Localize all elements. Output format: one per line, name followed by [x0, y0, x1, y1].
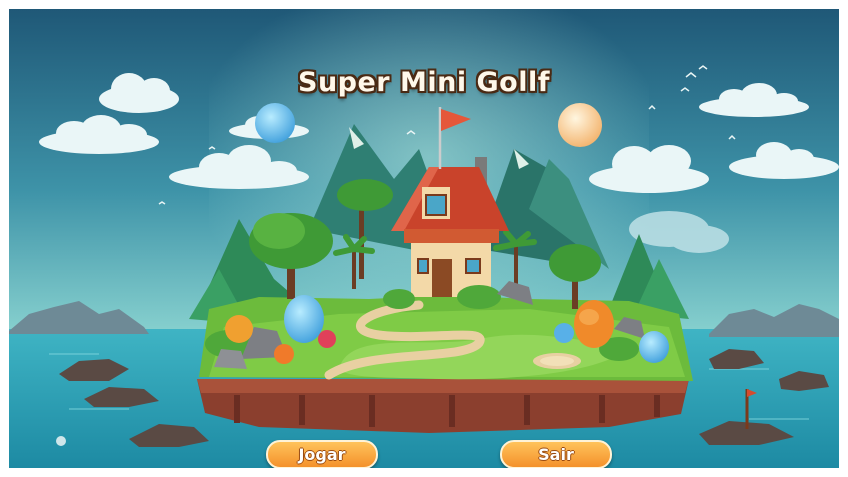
golf-ball-sun-icon: [558, 103, 602, 147]
game-scene: Super Mini Gollf Jogar Sair: [9, 9, 839, 468]
island: [197, 295, 693, 433]
sea-ball-icon: [56, 436, 66, 446]
blue-golf-ball-icon: [255, 103, 295, 143]
play-button[interactable]: Jogar: [266, 440, 378, 468]
exit-button[interactable]: Sair: [500, 440, 612, 468]
game-title: Super Mini Gollf: [298, 67, 550, 98]
